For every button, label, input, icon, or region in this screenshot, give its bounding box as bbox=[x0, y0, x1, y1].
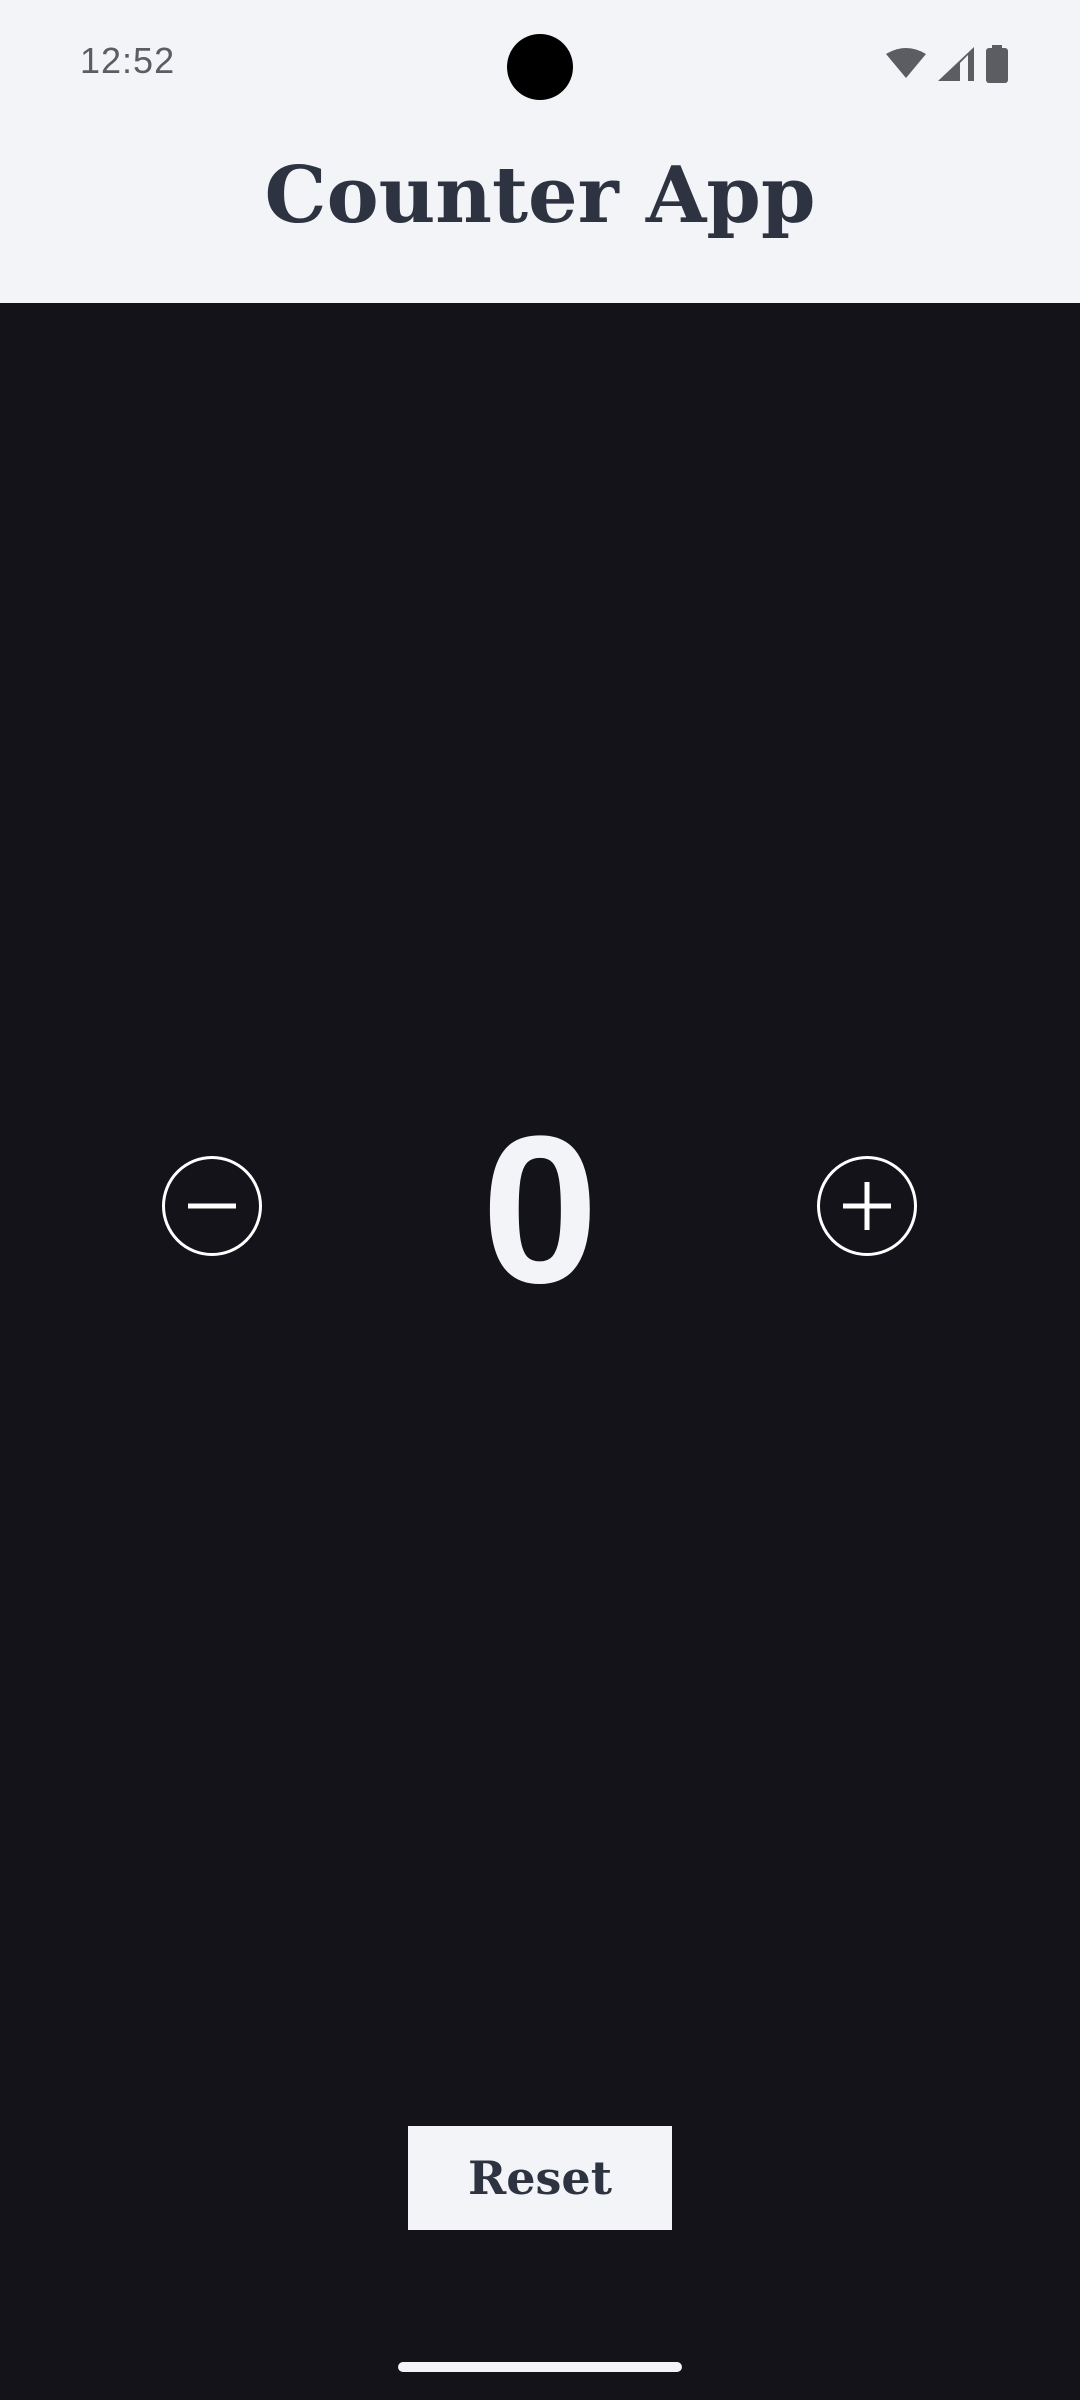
counter-value: 0 bbox=[481, 1092, 599, 1327]
page-title: Counter App bbox=[264, 150, 816, 241]
plus-icon bbox=[843, 1182, 891, 1230]
wifi-icon bbox=[886, 47, 926, 85]
status-bar: 12:52 bbox=[0, 0, 1080, 132]
reset-button[interactable]: Reset bbox=[408, 2126, 672, 2230]
increment-button[interactable] bbox=[817, 1156, 917, 1256]
battery-icon bbox=[986, 44, 1008, 88]
minus-icon bbox=[188, 1203, 236, 1209]
cellular-signal-icon bbox=[938, 46, 974, 86]
home-indicator[interactable] bbox=[398, 2362, 682, 2372]
status-time: 12:52 bbox=[80, 40, 176, 81]
app-header: Counter App bbox=[0, 132, 1080, 303]
app-screen: 12:52 Counter App 0 Reset bbox=[0, 0, 1080, 2400]
decrement-button[interactable] bbox=[162, 1156, 262, 1256]
camera-cutout bbox=[507, 34, 573, 100]
counter-row: 0 bbox=[0, 1092, 1080, 1327]
status-icons bbox=[886, 44, 1008, 88]
